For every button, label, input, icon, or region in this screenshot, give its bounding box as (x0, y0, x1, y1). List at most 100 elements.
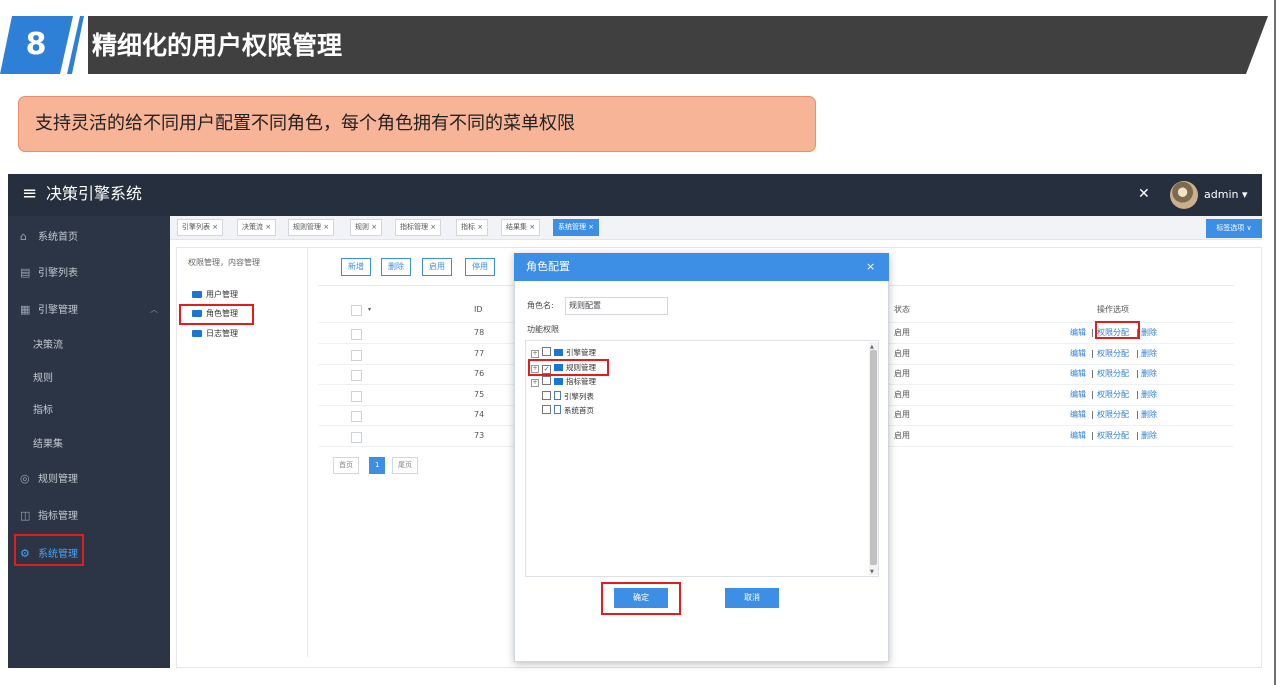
edit-link[interactable]: 编辑 (1070, 430, 1086, 442)
sidebar-item-rule-manage[interactable]: ◎ 规则管理 (8, 462, 170, 496)
sidebar-item-home[interactable]: ⌂ 系统首页 (8, 220, 170, 254)
expand-icon[interactable]: + (531, 350, 539, 358)
delete-link[interactable]: 删除 (1141, 409, 1157, 421)
fullscreen-icon[interactable]: ✕ (1138, 183, 1150, 205)
disable-button[interactable]: 停用 (465, 258, 495, 276)
sidebar-item-label: 决策流 (33, 340, 63, 351)
menu-icon[interactable]: ≡ (22, 180, 37, 208)
add-button[interactable]: 新增 (341, 258, 371, 276)
perm-checkbox[interactable] (542, 390, 551, 400)
row-checkbox[interactable] (351, 349, 362, 361)
first-page-button[interactable]: 首页 (333, 457, 359, 474)
home-icon: ⌂ (20, 230, 27, 243)
row-status: 启用 (894, 389, 910, 399)
role-name-input[interactable]: 规则配置 (565, 297, 668, 315)
tab-indicator-manage[interactable]: 指标管理 × (395, 219, 442, 236)
perm-tree-node[interactable]: 系统首页 (531, 404, 594, 418)
tab-decision-flow[interactable]: 决策流 × (237, 219, 277, 236)
edit-link[interactable]: 编辑 (1070, 409, 1086, 421)
op-separator: | (1091, 410, 1094, 419)
edit-link[interactable]: 编辑 (1070, 327, 1086, 339)
scroll-down-icon[interactable]: ▼ (870, 568, 874, 576)
highlight-confirm (601, 582, 681, 615)
sidebar-item-indicator[interactable]: 指标 (8, 394, 170, 428)
enable-button[interactable]: 启用 (422, 258, 452, 276)
edit-link[interactable]: 编辑 (1070, 348, 1086, 360)
tree-item-label: 用户管理 (206, 290, 238, 299)
page-1-button[interactable]: 1 (369, 457, 386, 474)
edit-link[interactable]: 编辑 (1070, 368, 1086, 380)
tree-item-user-manage[interactable]: 用户管理 (192, 287, 238, 303)
scroll-up-icon[interactable]: ▲ (870, 343, 874, 351)
delete-link[interactable]: 删除 (1141, 430, 1157, 442)
callout-text: 支持灵活的给不同用户配置不同角色，每个角色拥有不同的菜单权限 (35, 113, 575, 134)
highlight-role-manage (179, 304, 254, 325)
tab-options-button[interactable]: 标签选项 ∨ (1206, 219, 1262, 238)
tab-indicator[interactable]: 指标 × (456, 219, 489, 236)
permission-assign-link[interactable]: 权限分配 (1097, 409, 1129, 421)
row-checkbox[interactable] (351, 431, 362, 443)
tab-result-set[interactable]: 结果集 × (501, 219, 541, 236)
row-checkbox[interactable] (351, 329, 362, 340)
permission-assign-link[interactable]: 权限分配 (1097, 368, 1129, 380)
highlight-system-manage (14, 534, 84, 566)
right-edge-line (1274, 0, 1276, 685)
delete-link[interactable]: 删除 (1141, 389, 1157, 401)
sidebar-item-label: 指标 (33, 405, 53, 416)
perm-checkbox[interactable] (542, 405, 551, 414)
row-checkbox[interactable] (351, 390, 362, 402)
cancel-button[interactable]: 取消 (725, 588, 779, 608)
sidebar-item-decision-flow[interactable]: 决策流 (8, 329, 170, 363)
edit-link[interactable]: 编辑 (1070, 389, 1086, 401)
highlight-rule-manage-checked (528, 359, 609, 376)
tab-rule[interactable]: 规则 × (350, 219, 383, 236)
op-separator: | (1136, 369, 1139, 378)
row-checkbox[interactable] (351, 370, 362, 381)
permission-assign-link[interactable]: 权限分配 (1097, 430, 1129, 442)
sidebar-item-rule[interactable]: 规则 (8, 362, 170, 396)
sidebar-item-result-set[interactable]: 结果集 (8, 428, 170, 462)
permission-assign-link[interactable]: 权限分配 (1097, 389, 1129, 401)
highlight-permission-assign (1095, 321, 1140, 339)
sidebar-item-label: 结果集 (33, 439, 63, 450)
row-id: 74 (474, 410, 485, 419)
list-icon: ▤ (20, 266, 31, 279)
sidebar-item-indicator-manage[interactable]: ◫ 指标管理 (8, 499, 170, 533)
tree-item-label: 日志管理 (206, 329, 238, 338)
perm-node-label: 系统首页 (564, 406, 594, 415)
tree-item-log-manage[interactable]: 日志管理 (192, 326, 238, 342)
chevron-up-icon: ︿ (150, 305, 158, 314)
close-icon[interactable]: × (866, 258, 875, 276)
tab-rule-manage[interactable]: 规则管理 × (288, 219, 335, 236)
op-separator: | (1091, 430, 1094, 440)
sort-icon[interactable]: ▾ (368, 304, 371, 316)
scrollbar-thumb[interactable] (870, 350, 877, 565)
dialog-title: 角色配置 (526, 260, 570, 273)
perm-tree-node[interactable]: + 引擎管理 (531, 346, 596, 360)
avatar[interactable] (1170, 181, 1198, 209)
select-all-checkbox[interactable] (351, 305, 362, 316)
sidebar-item-label: 系统首页 (38, 232, 78, 243)
op-separator: | (1091, 348, 1094, 358)
file-icon (554, 405, 561, 414)
tab-system-manage[interactable]: 系统管理 × (553, 219, 600, 236)
delete-link[interactable]: 删除 (1141, 327, 1157, 339)
perm-checkbox[interactable] (542, 376, 551, 385)
perm-tree-node[interactable]: 引擎列表 (531, 390, 594, 404)
row-id: 78 (474, 328, 485, 337)
sidebar-item-engine-list[interactable]: ▤ 引擎列表 (8, 256, 170, 290)
user-menu[interactable]: admin ▾ (1204, 185, 1247, 205)
expand-icon[interactable]: + (531, 379, 539, 387)
last-page-button[interactable]: 尾页 (392, 457, 418, 474)
column-header-id[interactable]: ID (474, 304, 483, 316)
row-checkbox[interactable] (351, 411, 362, 422)
sidebar-item-engine-manage[interactable]: ▦ 引擎管理 ︿ (8, 293, 170, 327)
perm-tree-node[interactable]: + 指标管理 (531, 375, 596, 389)
permission-assign-link[interactable]: 权限分配 (1097, 348, 1129, 360)
delete-button[interactable]: 删除 (381, 258, 411, 276)
delete-link[interactable]: 删除 (1141, 348, 1157, 360)
perm-checkbox[interactable] (542, 347, 551, 356)
delete-link[interactable]: 删除 (1141, 368, 1157, 380)
function-permission-label: 功能权限 (527, 325, 559, 334)
tab-engine-list[interactable]: 引擎列表 × (177, 219, 224, 236)
